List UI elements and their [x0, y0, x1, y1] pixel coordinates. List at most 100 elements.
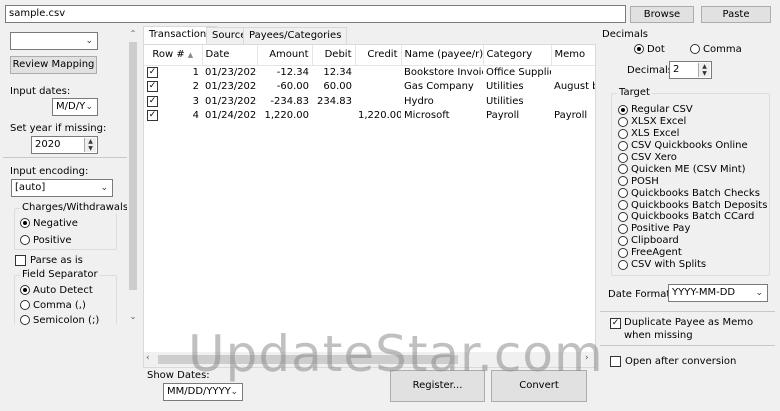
cell-amount[interactable]: -12.34	[257, 65, 312, 80]
row-select-cell[interactable]: ✓ 3	[144, 94, 202, 109]
table-row[interactable]: ✓101/23/2020-12.3412.34 Bookstore Invoice…	[144, 65, 595, 80]
charges-group: Charges/Withdrawals Negative Positive	[14, 202, 131, 250]
cell-category[interactable]: Utilities	[483, 94, 551, 109]
header-date[interactable]: Date	[202, 45, 258, 66]
header-credit[interactable]: Credit	[355, 45, 402, 66]
mapping-combo[interactable]: ⌄	[10, 32, 98, 50]
target-option[interactable]: CSV Quickbooks Online	[618, 140, 767, 152]
target-option[interactable]: Quickbooks Batch Checks	[618, 187, 767, 199]
show-dates-combo[interactable]: MM/DD/YYYY ⌄	[163, 383, 243, 401]
paste-button[interactable]: Paste	[701, 6, 771, 23]
cell-date[interactable]: 01/24/2020	[202, 109, 257, 124]
table-row[interactable]: ✓ 3 01/23/2020 -234.83 234.83 Hydro Utilities	[144, 94, 595, 109]
tab-payees-categories[interactable]: Payees/Categories	[243, 27, 348, 44]
target-option[interactable]: Positive Pay	[618, 223, 767, 235]
cell-category[interactable]: Utilities	[483, 80, 551, 95]
target-option[interactable]: Quickbooks Batch Deposits	[618, 199, 767, 211]
row-number: 3	[192, 95, 199, 107]
target-option[interactable]: FreeAgent	[618, 247, 767, 259]
row-checkbox-icon[interactable]: ✓	[147, 95, 158, 107]
left-panel: ⌄ Review Mapping Input dates: M/D/Y ⌄ Set…	[0, 28, 140, 326]
transactions-grid[interactable]: Row # ▲ Date Amount Debit Credit Name (pa…	[143, 44, 596, 368]
cell-credit[interactable]	[355, 80, 401, 95]
row-select-cell[interactable]: ✓ 2	[144, 80, 202, 95]
date-format-combo[interactable]: YYYY-MM-DD ⌄	[668, 284, 768, 302]
chevron-left-icon[interactable]: ‹	[146, 353, 150, 363]
file-path-input[interactable]: sample.csv	[5, 5, 626, 23]
row-checkbox-icon[interactable]: ✓	[147, 110, 158, 122]
radio-semicolon[interactable]: Semicolon (;)	[20, 314, 99, 326]
cell-name[interactable]: Hydro	[401, 94, 483, 109]
radio-auto-detect[interactable]: Auto Detect	[20, 284, 93, 296]
radio-positive[interactable]: Positive	[20, 234, 72, 246]
row-select-cell[interactable]: ✓ 1	[144, 65, 202, 80]
chevron-up-icon[interactable]: ⌃	[127, 28, 139, 40]
header-amount[interactable]: Amount	[257, 45, 313, 66]
cell-credit[interactable]	[355, 65, 401, 80]
cell-category[interactable]: Payroll	[483, 109, 551, 124]
cell-debit[interactable]	[312, 109, 355, 124]
target-option[interactable]: Quicken ME (CSV Mint)	[618, 163, 767, 175]
table-row[interactable]: ✓ 4 01/24/2020 1,220.00 1,220.00 Microsoft Pay…	[144, 109, 595, 124]
duplicate-payee-checkbox[interactable]: ✓ Duplicate Payee as Memo when missing	[610, 316, 764, 342]
header-category[interactable]: Category	[483, 45, 552, 66]
row-checkbox-icon[interactable]: ✓	[147, 81, 158, 93]
scrollbar-thumb[interactable]	[129, 42, 137, 290]
cell-category[interactable]: Office Supplies	[483, 65, 551, 80]
target-option[interactable]: CSV with Splits	[618, 259, 767, 271]
year-spinner[interactable]: 2020 ▲ ▼	[31, 136, 98, 154]
decimals-spinner[interactable]: 2 ▲ ▼	[669, 61, 712, 79]
target-option[interactable]: Clipboard	[618, 235, 767, 247]
cell-debit[interactable]: 60.00	[312, 80, 355, 95]
table-row[interactable]: ✓ 2 01/23/2020 -60.00 60.00 Gas Company Utilit…	[144, 80, 595, 95]
header-debit[interactable]: Debit	[312, 45, 356, 66]
cell-name[interactable]: Gas Company	[401, 80, 483, 95]
cell-debit[interactable]: 234.83	[312, 94, 355, 109]
target-option[interactable]: XLS Excel	[618, 128, 767, 140]
target-option[interactable]: Quickbooks Batch CCard	[618, 211, 767, 223]
cell-date[interactable]: 01/23/2020	[202, 80, 257, 95]
charges-group-title: Charges/Withdrawals	[20, 202, 131, 214]
cell-debit[interactable]: 12.34	[312, 65, 355, 80]
browse-button[interactable]: Browse	[630, 6, 694, 23]
cell-name[interactable]: Bookstore Invoice	[401, 65, 483, 80]
spinner-arrows-icon[interactable]: ▲ ▼	[698, 63, 710, 77]
watermark: UpdateStar.com	[188, 325, 604, 383]
decimals-title: Decimals	[602, 29, 648, 40]
radio-comma[interactable]: Comma (,)	[20, 299, 86, 311]
cell-memo[interactable]	[551, 65, 595, 80]
review-mapping-button[interactable]: Review Mapping	[10, 56, 97, 74]
input-date-format-combo[interactable]: M/D/Y ⌄	[52, 98, 98, 116]
cell-credit[interactable]	[355, 94, 401, 109]
cell-memo[interactable]	[551, 94, 595, 109]
radio-negative[interactable]: Negative	[20, 217, 78, 229]
header-name[interactable]: Name (payee/r)	[401, 45, 484, 66]
parse-as-is-checkbox[interactable]: Parse as is	[15, 254, 83, 266]
target-option[interactable]: XLSX Excel	[618, 116, 767, 128]
open-after-conversion-checkbox[interactable]: Open after conversion	[610, 355, 736, 367]
input-encoding-label: Input encoding:	[10, 166, 89, 177]
left-scrollbar[interactable]: ⌃ ⌄	[127, 28, 139, 325]
header-row-num[interactable]: Row # ▲	[144, 45, 203, 66]
target-option[interactable]: POSH	[618, 175, 767, 187]
cell-date[interactable]: 01/23/2020	[202, 65, 257, 80]
radio-comma-decimal[interactable]: Comma	[690, 43, 742, 55]
radio-dot[interactable]: Dot	[634, 43, 665, 55]
row-checkbox-icon[interactable]: ✓	[147, 67, 158, 78]
target-option[interactable]: CSV Xero	[618, 152, 767, 164]
chevron-down-icon[interactable]: ⌄	[127, 311, 139, 323]
cell-amount[interactable]: 1,220.00	[257, 109, 312, 124]
cell-amount[interactable]: -234.83	[257, 94, 312, 109]
cell-amount[interactable]: -60.00	[257, 80, 312, 95]
cell-memo[interactable]: August bill	[551, 80, 595, 95]
cell-credit[interactable]: 1,220.00	[355, 109, 401, 124]
cell-date[interactable]: 01/23/2020	[202, 94, 257, 109]
cell-memo[interactable]: Payroll	[551, 109, 595, 124]
row-select-cell[interactable]: ✓ 4	[144, 109, 202, 124]
header-memo[interactable]: Memo	[551, 45, 595, 66]
target-option[interactable]: Regular CSV	[618, 104, 767, 116]
cell-name[interactable]: Microsoft	[401, 109, 483, 124]
encoding-combo[interactable]: [auto] ⌄	[11, 179, 113, 197]
divider	[600, 345, 775, 346]
spinner-arrows-icon[interactable]: ▲ ▼	[84, 138, 96, 152]
